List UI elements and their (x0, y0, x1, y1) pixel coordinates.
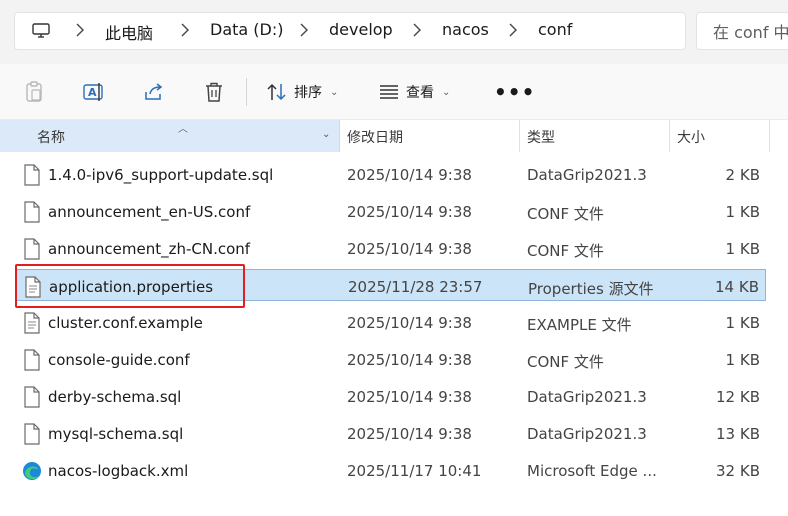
file-modified-date: 2025/10/14 9:38 (347, 203, 472, 221)
view-button[interactable]: 查看 ⌄ (378, 80, 450, 104)
file-icon (22, 423, 42, 445)
sort-label: 排序 (294, 85, 322, 101)
file-modified-date: 2025/10/14 9:38 (347, 240, 472, 258)
chevron-right-icon[interactable] (413, 23, 421, 37)
file-size: 2 KB (725, 166, 760, 184)
address-region: 此电脑 Data (D:) develop nacos conf 在 conf … (0, 0, 788, 64)
file-size: 1 KB (725, 314, 760, 332)
file-icon (22, 386, 42, 408)
file-name: cluster.conf.example (48, 314, 203, 332)
file-row[interactable]: console-guide.conf 2025/10/14 9:38 CONF 文件… (16, 343, 766, 375)
file-modified-date: 2025/10/14 9:38 (347, 314, 472, 332)
file-row[interactable]: cluster.conf.example 2025/10/14 9:38 EXAMP… (16, 306, 766, 338)
chevron-right-icon[interactable] (509, 23, 517, 37)
file-name: console-guide.conf (48, 351, 190, 369)
more-options-button[interactable]: ••• (494, 82, 535, 102)
breadcrumb-item-this-pc[interactable]: 此电脑 (105, 20, 153, 44)
file-modified-date: 2025/11/17 10:41 (347, 462, 482, 480)
delete-icon[interactable] (202, 80, 226, 104)
file-type: Microsoft Edge ... (527, 462, 657, 480)
toolbar-divider (246, 78, 247, 106)
file-size: 13 KB (716, 425, 760, 443)
chevron-right-icon[interactable] (76, 23, 84, 37)
file-size: 1 KB (725, 240, 760, 258)
file-row[interactable]: announcement_en-US.conf 2025/10/14 9:38 CO… (16, 195, 766, 227)
file-name: mysql-schema.sql (48, 425, 184, 443)
breadcrumb-item-develop[interactable]: develop (329, 20, 393, 39)
file-type: CONF 文件 (527, 242, 604, 260)
file-size: 1 KB (725, 351, 760, 369)
file-icon (22, 349, 42, 371)
breadcrumb-item-conf[interactable]: conf (538, 20, 572, 39)
file-row[interactable]: mysql-schema.sql 2025/10/14 9:38 DataGrip2… (16, 417, 766, 449)
chevron-down-icon: ⌄ (330, 86, 339, 98)
view-icon (380, 85, 398, 99)
computer-icon[interactable] (32, 22, 50, 40)
file-row[interactable]: application.properties 2025/11/28 23:57 Pr… (16, 269, 766, 301)
chevron-down-icon: ⌄ (442, 86, 451, 98)
file-size: 1 KB (725, 203, 760, 221)
command-bar: A 排序 ⌄ 查看 ⌄ ••• (0, 64, 788, 120)
column-header-type[interactable]: 类型 (527, 127, 555, 147)
file-type: Properties 源文件 (528, 280, 654, 298)
file-modified-date: 2025/10/14 9:38 (347, 388, 472, 406)
file-icon (22, 201, 42, 223)
view-label: 查看 (406, 85, 434, 101)
file-modified-date: 2025/10/14 9:38 (347, 425, 472, 443)
chevron-right-icon[interactable] (300, 23, 308, 37)
file-name: announcement_en-US.conf (48, 203, 251, 221)
file-size: 32 KB (716, 462, 760, 480)
column-divider[interactable] (519, 120, 520, 152)
file-name: application.properties (49, 278, 214, 296)
column-divider[interactable] (769, 120, 770, 152)
file-row[interactable]: 1.4.0-ipv6_support-update.sql 2025/10/14 … (16, 158, 766, 190)
file-row[interactable]: derby-schema.sql 2025/10/14 9:38 DataGrip2… (16, 380, 766, 412)
file-modified-date: 2025/10/14 9:38 (347, 351, 472, 369)
file-modified-date: 2025/10/14 9:38 (347, 166, 472, 184)
edge-icon (22, 460, 42, 482)
paste-icon[interactable] (22, 80, 46, 104)
sort-ascending-icon: ︿ (178, 124, 188, 135)
file-type: DataGrip2021.3 (527, 388, 647, 406)
column-header-date[interactable]: 修改日期 (347, 127, 403, 147)
text-file-icon (22, 312, 42, 334)
breadcrumb-item-nacos[interactable]: nacos (442, 20, 489, 39)
column-divider[interactable] (669, 120, 670, 152)
file-type: DataGrip2021.3 (527, 166, 647, 184)
text-file-icon (23, 276, 43, 298)
chevron-down-icon[interactable]: ⌄ (322, 129, 330, 140)
chevron-right-icon[interactable] (181, 23, 189, 37)
column-header-size[interactable]: 大小 (677, 127, 705, 147)
file-name: nacos-logback.xml (48, 462, 189, 480)
file-name: derby-schema.sql (48, 388, 182, 406)
file-size: 14 KB (715, 278, 759, 296)
file-size: 12 KB (716, 388, 760, 406)
svg-text:A: A (88, 86, 97, 99)
file-type: DataGrip2021.3 (527, 425, 647, 443)
file-row[interactable]: nacos-logback.xml 2025/11/17 10:41 Microso… (16, 454, 766, 486)
file-icon (22, 238, 42, 260)
file-icon (22, 164, 42, 186)
search-placeholder: 在 conf 中 (713, 23, 788, 42)
file-modified-date: 2025/11/28 23:57 (348, 278, 483, 296)
search-input[interactable]: 在 conf 中 (696, 12, 788, 50)
file-type: EXAMPLE 文件 (527, 316, 632, 334)
sort-icon (267, 83, 286, 101)
sort-button[interactable]: 排序 ⌄ (266, 80, 338, 104)
column-header-row: ︿ 名称 ⌄ 修改日期 类型 大小 (0, 120, 788, 152)
breadcrumb-item-drive[interactable]: Data (D:) (210, 20, 283, 39)
share-icon[interactable] (142, 80, 166, 104)
file-type: CONF 文件 (527, 205, 604, 223)
file-name: announcement_zh-CN.conf (48, 240, 251, 258)
file-name: 1.4.0-ipv6_support-update.sql (48, 166, 274, 184)
column-header-name-label: 名称 (37, 130, 65, 146)
rename-icon[interactable]: A (82, 80, 106, 104)
file-type: CONF 文件 (527, 353, 604, 371)
file-row[interactable]: announcement_zh-CN.conf 2025/10/14 9:38 CO… (16, 232, 766, 264)
